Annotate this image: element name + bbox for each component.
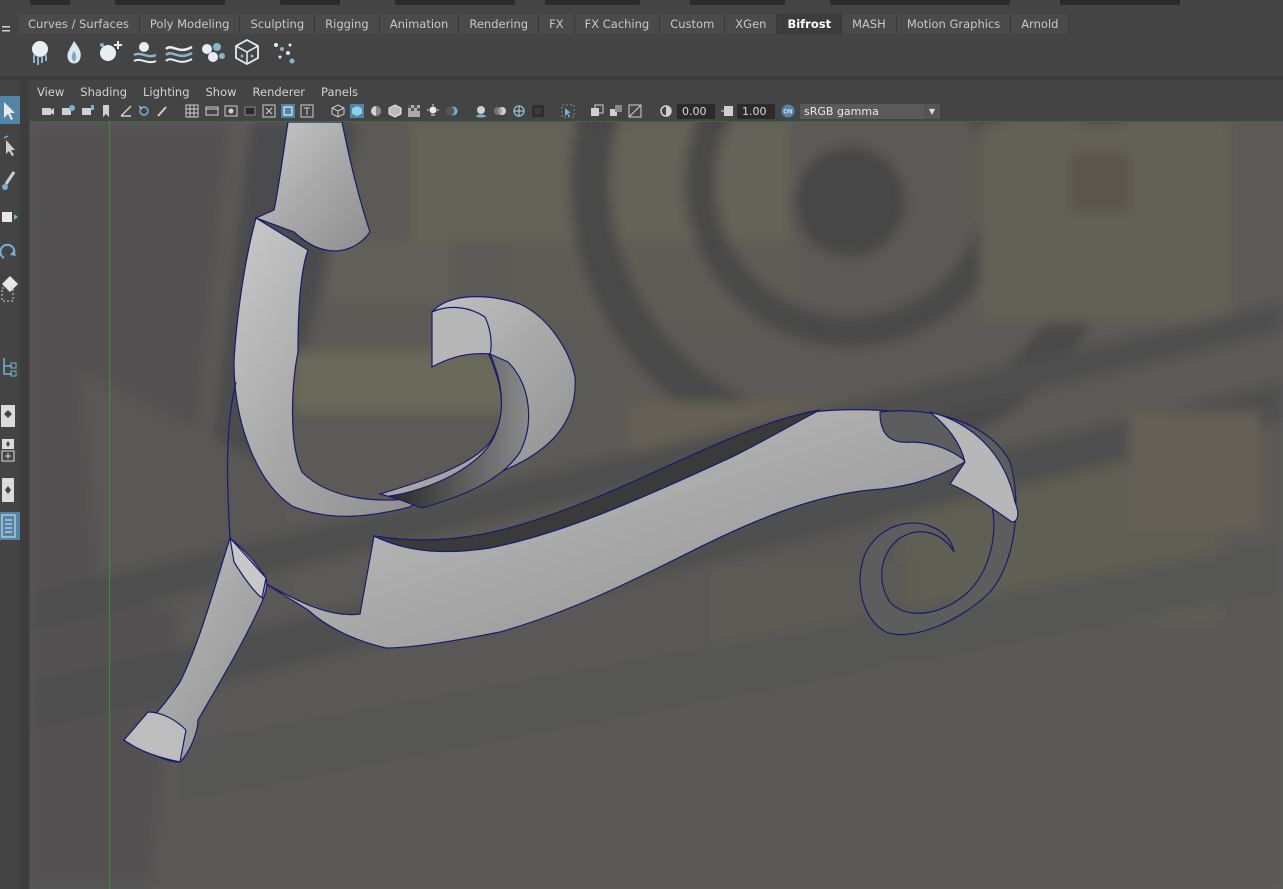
safe-title-icon[interactable] [300, 104, 314, 118]
tab-bifrost[interactable]: Bifrost [777, 14, 843, 34]
isolate-select-icon[interactable] [561, 104, 575, 118]
grid-icon[interactable] [185, 104, 199, 118]
smooth-shade-icon[interactable] [350, 104, 364, 118]
gamma-field[interactable]: 1.00 [737, 104, 775, 119]
status-line-fragment[interactable] [395, 0, 515, 5]
tab-mash[interactable]: MASH [842, 14, 897, 34]
tab-rigging[interactable]: Rigging [315, 14, 380, 34]
particles-icon[interactable] [268, 37, 298, 67]
status-line-fragment[interactable] [115, 0, 225, 5]
depth-of-field-icon[interactable] [531, 104, 545, 118]
anti-aliasing-icon[interactable] [512, 104, 526, 118]
film-gate-icon[interactable] [205, 104, 219, 118]
exposure-field[interactable]: 0.00 [677, 104, 715, 119]
bookmark-camera-icon[interactable] [81, 104, 95, 118]
menu-view[interactable]: View [29, 85, 72, 99]
status-line-fragment[interactable] [830, 0, 1010, 5]
screen-space-ao-icon[interactable] [474, 104, 488, 118]
tab-xgen[interactable]: XGen [725, 14, 778, 34]
safe-action-icon[interactable] [281, 104, 295, 118]
tab-fx[interactable]: FX [539, 14, 575, 34]
xray-joints-icon[interactable] [609, 104, 623, 118]
last-tool-icon[interactable] [0, 282, 20, 310]
exposure-icon[interactable] [659, 104, 673, 118]
view-transform-value: sRGB gamma [804, 105, 879, 118]
resolution-gate-icon[interactable] [224, 104, 238, 118]
wireframe-on-shaded-icon[interactable] [388, 104, 402, 118]
chevron-down-icon: ▼ [924, 104, 940, 119]
wireframe-icon[interactable] [331, 104, 345, 118]
aero-icon[interactable] [60, 37, 90, 67]
camera-attributes-icon[interactable] [61, 104, 75, 118]
tab-curves-surfaces[interactable]: Curves / Surfaces [18, 14, 140, 34]
status-line-fragment[interactable] [690, 0, 785, 5]
default-material-icon[interactable] [369, 104, 383, 118]
shadows-icon[interactable] [445, 104, 459, 118]
status-line-fragment[interactable] [545, 0, 640, 5]
top-menu-strip [0, 0, 1283, 8]
tool-box [0, 80, 20, 889]
rotate-tool-icon[interactable] [0, 240, 20, 268]
viewport-3d[interactable] [30, 122, 1283, 889]
tab-sculpting[interactable]: Sculpting [240, 14, 316, 34]
single-pane-layout-icon[interactable] [0, 402, 20, 430]
motion-blur-icon[interactable] [493, 104, 507, 118]
move-tool-icon[interactable] [0, 204, 20, 232]
xray-components-icon[interactable] [628, 104, 642, 118]
accelerator-icon[interactable] [164, 37, 194, 67]
collider-icon[interactable] [130, 37, 160, 67]
tab-rendering[interactable]: Rendering [459, 14, 540, 34]
gate-mask-icon[interactable] [243, 104, 257, 118]
use-all-lights-icon[interactable] [426, 104, 440, 118]
tab-animation[interactable]: Animation [379, 14, 460, 34]
panel-menu-bar: View Shading Lighting Show Renderer Pane… [29, 82, 1283, 102]
2d-pan-zoom-icon[interactable] [137, 104, 151, 118]
gamma-icon[interactable] [721, 104, 735, 118]
scene-render [30, 122, 1283, 889]
menu-panels[interactable]: Panels [313, 85, 366, 99]
emitter-icon[interactable] [96, 37, 126, 67]
view-transform-select[interactable]: sRGB gamma ▼ [800, 104, 940, 119]
tab-fx-caching[interactable]: FX Caching [574, 14, 661, 34]
foam-icon[interactable] [198, 37, 228, 67]
cache-icon[interactable] [232, 37, 262, 67]
menu-lighting[interactable]: Lighting [135, 85, 197, 99]
hierarchy-icon[interactable] [0, 354, 20, 382]
menu-show[interactable]: Show [198, 85, 245, 99]
menu-field-fragment[interactable] [30, 0, 70, 5]
panel-toolbar: 0.00 1.00 ON sRGB gamma ▼ [29, 101, 1283, 121]
textured-icon[interactable] [407, 104, 421, 118]
grease-pencil-icon[interactable] [155, 104, 169, 118]
shelf-tab-bar: Curves / Surfaces Poly Modeling Sculptin… [18, 14, 1070, 34]
svg-text:ON: ON [783, 109, 792, 116]
select-tool-icon[interactable] [0, 96, 20, 124]
field-chart-icon[interactable] [262, 104, 276, 118]
outliner-layout-icon[interactable] [0, 512, 20, 540]
image-plane-icon[interactable] [119, 104, 133, 118]
menu-renderer[interactable]: Renderer [245, 85, 314, 99]
tab-poly-modeling[interactable]: Poly Modeling [139, 14, 241, 34]
persp-outliner-layout-icon[interactable] [0, 476, 20, 504]
viewport-axis-line [109, 122, 110, 889]
lasso-tool-icon[interactable] [0, 134, 20, 162]
sign-in-field-fragment[interactable] [1060, 0, 1180, 5]
toolbox-separator [20, 80, 28, 889]
tab-arnold[interactable]: Arnold [1011, 14, 1070, 34]
paint-select-tool-icon[interactable] [0, 168, 20, 196]
color-management-toggle-icon[interactable]: ON [781, 104, 795, 118]
xray-icon[interactable] [590, 104, 604, 118]
menu-shading[interactable]: Shading [72, 85, 135, 99]
bookmark-icon[interactable] [99, 104, 113, 118]
shelf-divider [0, 76, 1283, 80]
select-camera-icon[interactable] [41, 104, 55, 118]
tab-custom[interactable]: Custom [660, 14, 726, 34]
four-pane-layout-icon[interactable] [0, 436, 20, 464]
liquid-icon[interactable] [26, 37, 56, 67]
status-line-fragment[interactable] [280, 0, 340, 5]
tab-motion-graphics[interactable]: Motion Graphics [896, 14, 1012, 34]
